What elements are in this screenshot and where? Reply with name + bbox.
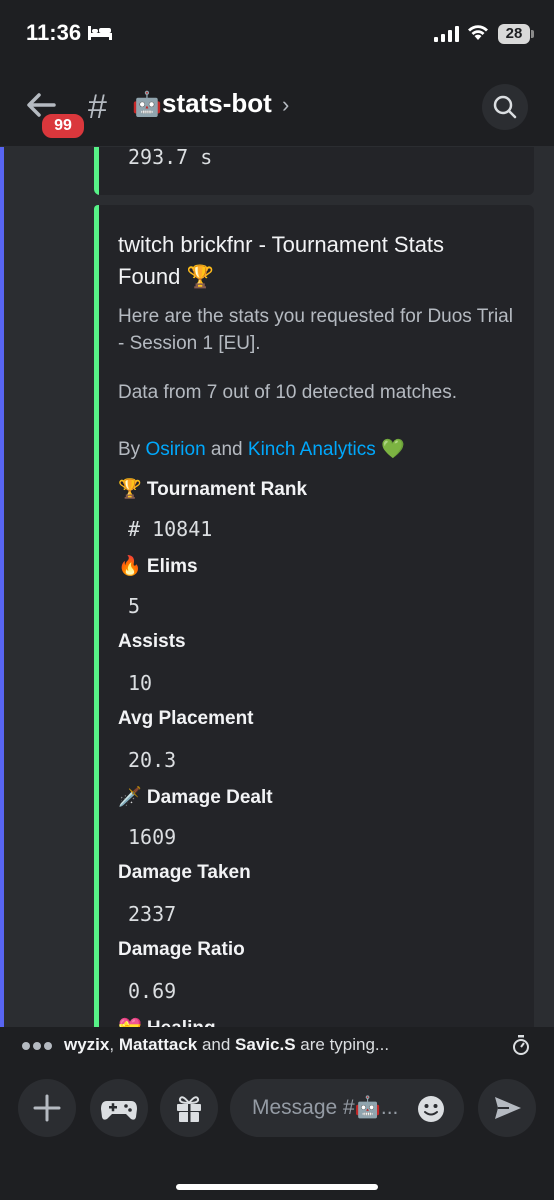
typing-separator: and xyxy=(197,1035,236,1054)
field-name-damage-ratio: Damage Ratio xyxy=(118,939,245,960)
credit-joiner: and xyxy=(205,439,248,460)
field-value-avg-placement: 20.3 xyxy=(128,748,177,772)
gift-icon xyxy=(177,1096,201,1122)
send-arrow-icon xyxy=(495,1097,521,1119)
field-name-tournament-rank: 🏆 Tournament Rank xyxy=(118,479,308,500)
field-name-damage-dealt: 🗡️ Damage Dealt xyxy=(118,787,273,808)
typing-user: Savic.S xyxy=(235,1035,296,1054)
home-indicator[interactable] xyxy=(176,1184,378,1190)
embed-credit: By Osirion and Kinch Analytics 💚 xyxy=(118,437,405,461)
typing-user: wyzix xyxy=(64,1035,110,1054)
typing-indicator: wyzix, Matattack and Savic.S are typing.… xyxy=(0,1027,554,1063)
kinch-analytics-link[interactable]: Kinch Analytics xyxy=(248,439,376,460)
field-name-avg-placement: Avg Placement xyxy=(118,708,254,729)
typing-separator: , xyxy=(109,1035,119,1054)
activities-button[interactable] xyxy=(90,1079,148,1137)
send-button[interactable] xyxy=(478,1079,536,1137)
field-value-damage-ratio: 0.69 xyxy=(128,979,177,1003)
field-value-elims: 5 xyxy=(128,594,141,618)
message-list[interactable]: 293.7 s twitch brickfnr - Tournament Sta… xyxy=(0,147,554,1027)
slowmode-timer-icon[interactable] xyxy=(512,1035,530,1055)
message-input[interactable]: Message #🤖... xyxy=(230,1079,464,1137)
previous-embed-value: 293.7 s xyxy=(128,147,213,169)
osirion-link[interactable]: Osirion xyxy=(145,439,205,460)
field-value-damage-taken: 2337 xyxy=(128,902,177,926)
unread-badge: 99 xyxy=(40,112,86,140)
field-name-healing: 💝 Healing xyxy=(118,1016,216,1027)
gift-button[interactable] xyxy=(160,1079,218,1137)
battery-tip xyxy=(531,30,534,38)
embed-title: twitch brickfnr - Tournament Stats Found… xyxy=(118,232,445,289)
typing-text: wyzix, Matattack and Savic.S are typing.… xyxy=(64,1035,389,1055)
embed-data-note: Data from 7 out of 10 detected matches. xyxy=(118,382,458,403)
cellular-signal-icon xyxy=(434,26,459,42)
unread-thread-indicator xyxy=(0,147,4,1027)
robot-emoji: 🤖 xyxy=(132,91,162,118)
embed-color-bar xyxy=(94,205,99,1027)
embed-color-bar xyxy=(94,147,99,195)
sleep-focus-icon xyxy=(88,26,112,40)
embed-description: Here are the stats you requested for Duo… xyxy=(118,306,513,354)
battery-indicator: 28 xyxy=(498,24,530,44)
search-icon xyxy=(493,95,517,119)
search-button[interactable] xyxy=(482,84,528,130)
text-channel-icon: # xyxy=(88,88,107,126)
emoji-picker-icon[interactable] xyxy=(416,1094,446,1124)
typing-suffix: are typing... xyxy=(295,1035,390,1054)
chevron-right-icon[interactable]: › xyxy=(282,92,289,118)
typing-user: Matattack xyxy=(118,1035,198,1054)
field-value-assists: 10 xyxy=(128,671,153,695)
add-attachment-button[interactable] xyxy=(18,1079,76,1137)
previous-embed: 293.7 s xyxy=(94,147,534,195)
gamepad-icon xyxy=(101,1101,137,1120)
field-name-assists: Assists xyxy=(118,631,186,652)
typing-dots-icon xyxy=(22,1037,55,1055)
status-bar: 11:36 28 xyxy=(0,0,554,70)
field-value-damage-dealt: 1609 xyxy=(128,825,177,849)
field-name-elims: 🔥 Elims xyxy=(118,556,198,577)
clock: 11:36 xyxy=(26,20,82,45)
field-value-tournament-rank: # 10841 xyxy=(128,517,213,541)
stats-embed: twitch brickfnr - Tournament Stats Found… xyxy=(94,205,534,1027)
message-placeholder: Message #🤖... xyxy=(252,1096,399,1119)
channel-name[interactable]: stats-bot xyxy=(162,88,272,119)
channel-header: 99 # 🤖 stats-bot › xyxy=(0,70,554,147)
message-composer: Message #🤖... xyxy=(0,1063,554,1200)
credit-prefix: By xyxy=(118,439,146,460)
plus-icon xyxy=(33,1094,61,1122)
green-heart-emoji: 💚 xyxy=(375,439,405,460)
field-name-damage-taken: Damage Taken xyxy=(118,862,251,883)
wifi-icon xyxy=(468,25,488,40)
